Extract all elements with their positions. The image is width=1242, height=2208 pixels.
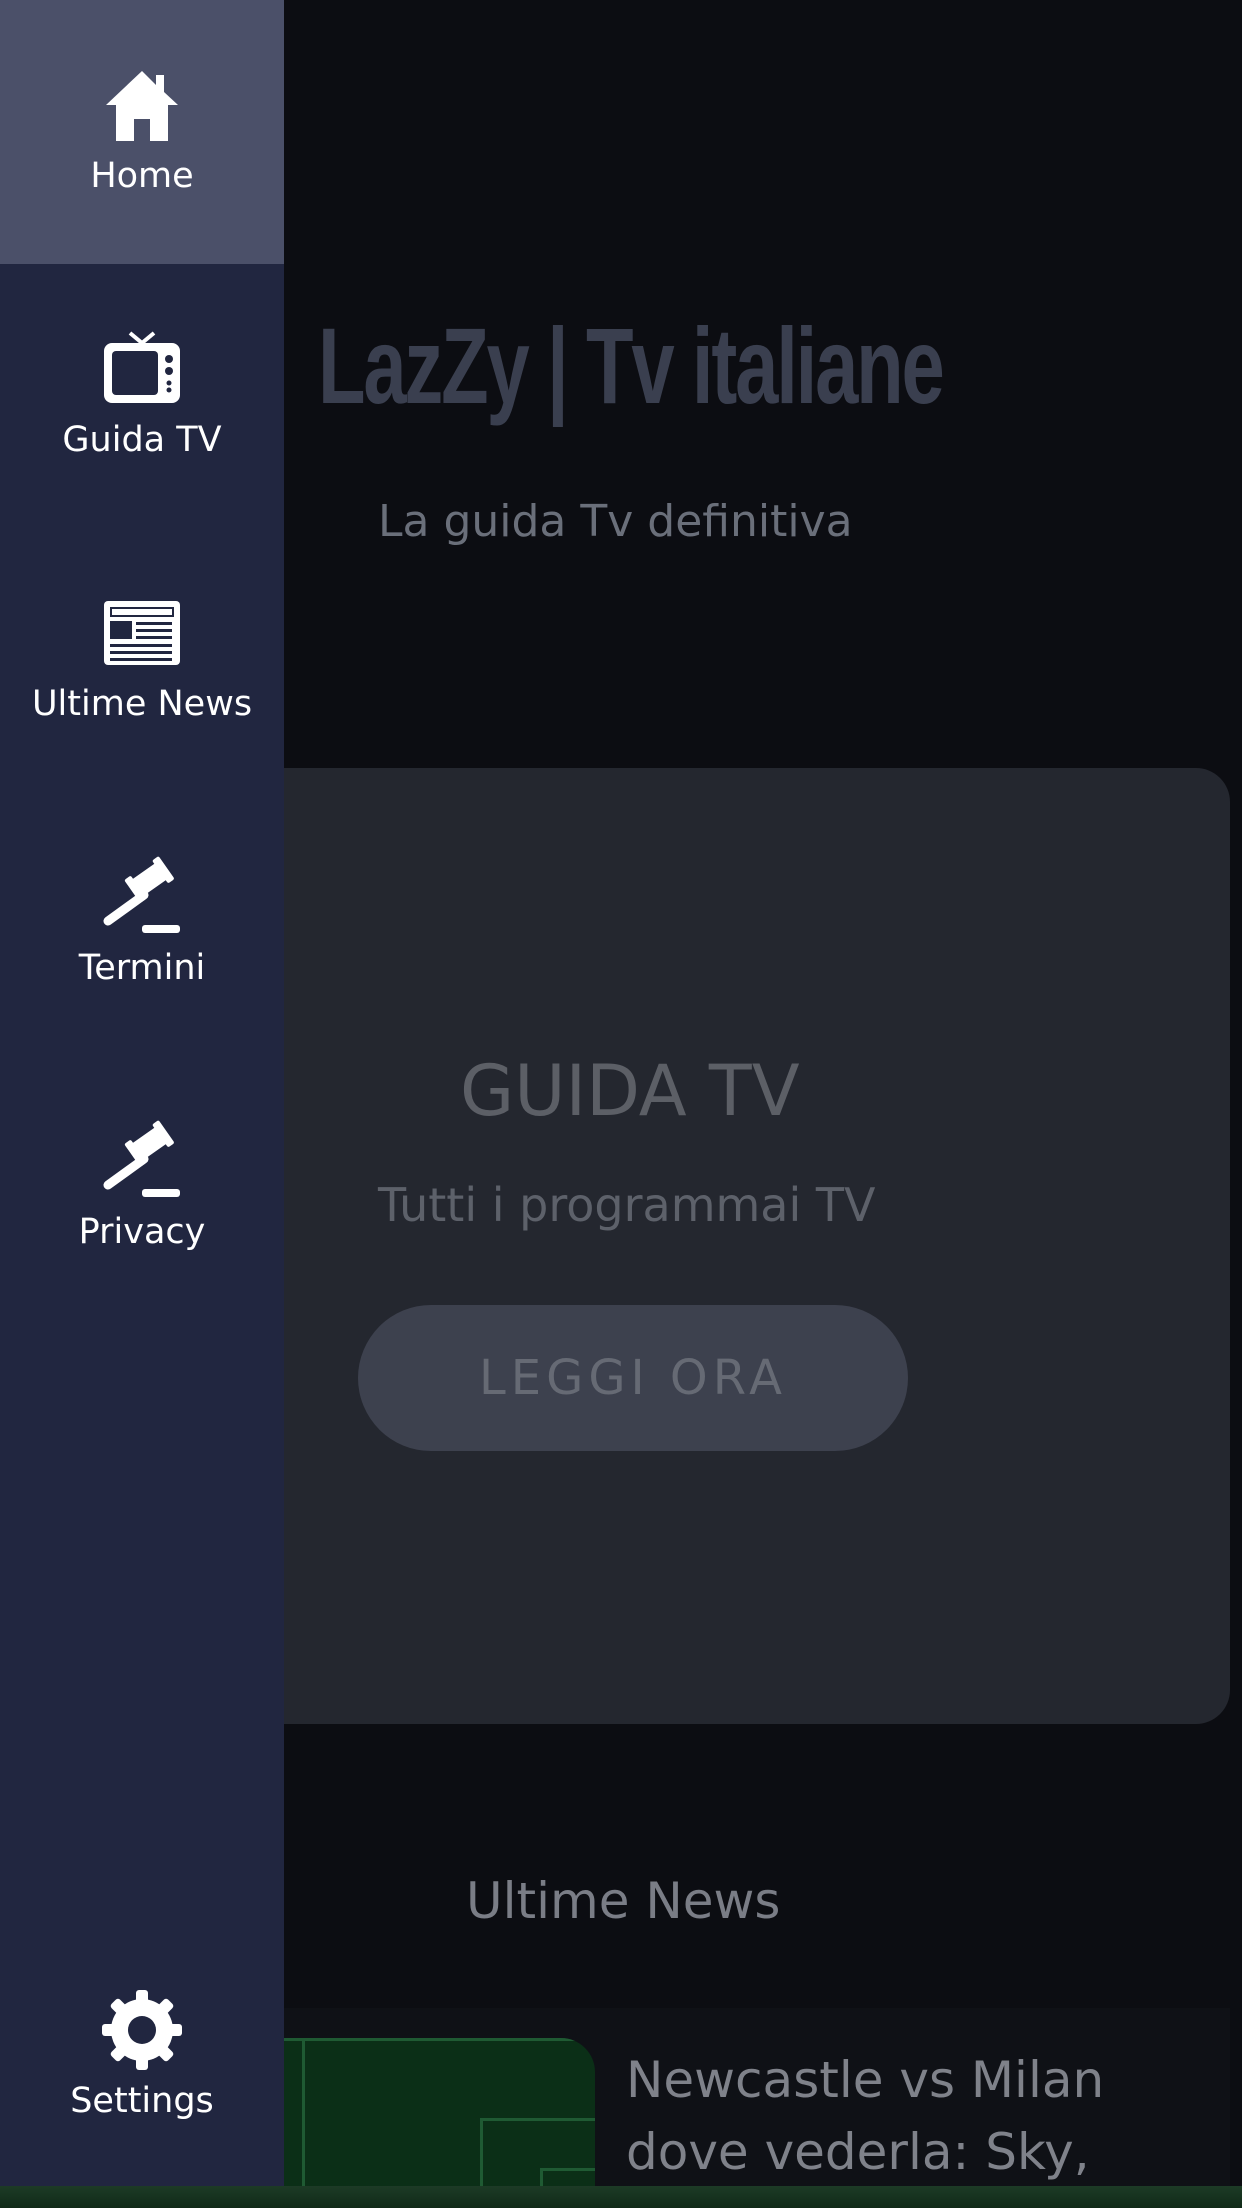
drawer-item-label: Guida TV: [62, 420, 222, 460]
read-now-button[interactable]: LEGGI ORA: [358, 1305, 908, 1451]
gavel-icon: [97, 1116, 187, 1206]
drawer-item-home[interactable]: Home: [0, 0, 284, 264]
home-icon: [97, 60, 187, 150]
drawer-item-label: Termini: [78, 948, 206, 988]
drawer-item-label: Settings: [70, 2081, 214, 2121]
bottom-edge: [0, 2186, 1242, 2208]
card-title: GUIDA TV: [460, 1050, 800, 1132]
newspaper-icon: [97, 588, 187, 678]
news-thumbnail[interactable]: [250, 2038, 595, 2208]
app-subtitle: La guida Tv definitiva: [378, 496, 853, 547]
news-title[interactable]: Newcastle vs Milan dove vederla: Sky,: [626, 2044, 1226, 2188]
drawer-item-label: Home: [90, 156, 194, 196]
news-section-heading: Ultime News: [466, 1872, 781, 1930]
drawer-item-label: Privacy: [78, 1212, 206, 1252]
gavel-icon: [97, 852, 187, 942]
drawer-item-privacy[interactable]: Privacy: [0, 1056, 284, 1320]
drawer-item-label: Ultime News: [31, 684, 253, 724]
pitch-arc: [250, 2038, 595, 2208]
tv-icon: [97, 324, 187, 414]
navigation-drawer: Home Guida TV Ultime News Termini Privac…: [0, 0, 284, 2186]
drawer-item-ultime-news[interactable]: Ultime News: [0, 528, 284, 792]
drawer-item-settings[interactable]: Settings: [0, 1925, 284, 2189]
card-subtitle: Tutti i programmai TV: [378, 1178, 876, 1232]
gear-icon: [97, 1985, 187, 2075]
drawer-item-guida-tv[interactable]: Guida TV: [0, 264, 284, 528]
app-title: LazZy | Tv italiane: [318, 305, 945, 426]
guida-tv-card[interactable]: [240, 768, 1230, 1724]
drawer-item-termini[interactable]: Termini: [0, 792, 284, 1056]
